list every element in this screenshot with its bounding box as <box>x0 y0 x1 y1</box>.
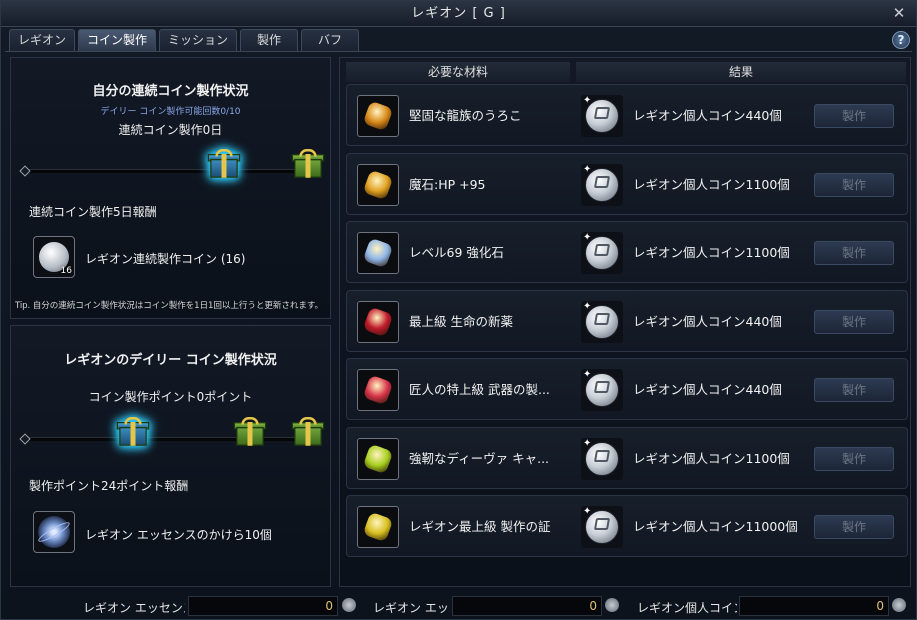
recipe-result: レギオン個人コイン440個 <box>633 108 782 123</box>
essence-fragment-icon[interactable] <box>33 511 75 553</box>
tip-text: Tip. 自分の連続コイン製作状況はコイン製作を1日1回以上行うと更新されます。 <box>15 301 323 311</box>
gift-icon-legion-max <box>291 417 325 447</box>
essence-icon <box>342 598 356 612</box>
recipe-row[interactable]: 堅固な龍族のうろこ ✦ レギオン個人コイン440個 製作 <box>346 84 908 146</box>
legion-personal-coin-icon[interactable]: ✦ <box>581 95 623 137</box>
recipe-row[interactable]: 最上級 生命の新薬 ✦ レギオン個人コイン440個 製作 <box>346 289 908 352</box>
recipe-panel: 必要な材料 結果 堅固な龍族のうろこ ✦ レギオン個人コイン440個 製作 魔石:HP … <box>339 57 911 587</box>
craft-button[interactable]: 製作 <box>814 446 894 471</box>
recipe-row[interactable]: 強靭なディーヴァ キャ... ✦ レギオン個人コイン1100個 製作 <box>346 426 908 489</box>
recipe-row[interactable]: レギオン最上級 製作の証 ✦ レギオン個人コイン11000個 製作 <box>346 495 908 557</box>
title-bar[interactable]: レギオン [ G ] <box>1 1 916 27</box>
recipe-result: レギオン個人コイン440個 <box>633 313 782 329</box>
weapon-material-icon[interactable] <box>357 369 399 411</box>
tab-buff[interactable]: バフ <box>301 29 360 51</box>
personal-title: 自分の連続コイン製作状況 <box>92 84 249 99</box>
currency-value-coin: 0 <box>739 596 889 616</box>
legion-personal-coin-icon[interactable]: ✦ <box>581 369 623 411</box>
craft-button[interactable]: 製作 <box>814 378 894 402</box>
materials-header: 必要な材料 <box>346 62 570 82</box>
legion-personal-coin-icon[interactable]: ✦ <box>581 232 623 274</box>
legion-progress-start-marker <box>19 433 31 445</box>
tab-legion[interactable]: レギオン <box>9 29 76 51</box>
life-potion-icon[interactable] <box>357 300 399 343</box>
dragon-scale-icon[interactable] <box>357 95 399 137</box>
personal-reward-item: レギオン連続製作コイン (16) <box>85 252 246 266</box>
craft-button[interactable]: 製作 <box>814 309 894 334</box>
legion-personal-coin-icon[interactable]: ✦ <box>581 506 623 548</box>
tab-divider <box>5 51 912 52</box>
recipe-result: レギオン個人コイン1100個 <box>633 176 790 192</box>
currency-label-essence-shard: レギオン エッ <box>373 601 449 615</box>
recipe-row[interactable]: 魔石:HP +95 ✦ レギオン個人コイン1100個 製作 <box>346 152 908 215</box>
recipe-material: 匠人の特上級 武器の製... <box>409 382 550 397</box>
close-icon[interactable]: ✕ <box>890 4 908 22</box>
legion-status: コイン製作ポイント0ポイント <box>88 390 253 404</box>
craft-button[interactable]: 製作 <box>814 515 894 539</box>
gift-icon-legion-current <box>116 417 150 447</box>
reward-count: 16 <box>60 266 72 276</box>
personal-subtitle: デイリー コイン製作可能回数0/10 <box>100 107 241 117</box>
recipe-row[interactable]: 匠人の特上級 武器の製... ✦ レギオン個人コイン440個 製作 <box>346 358 908 420</box>
legion-window: レギオン [ G ] ✕ レギオン コイン製作 ミッション 製作 バフ ? 自分… <box>0 0 917 620</box>
daeva-silhouette-icon[interactable] <box>357 437 399 480</box>
legion-consecutive-coin-icon[interactable]: 16 <box>33 236 75 278</box>
craft-button[interactable]: 製作 <box>814 104 894 128</box>
legion-personal-coin-icon[interactable]: ✦ <box>581 300 623 343</box>
recipe-material: 堅固な龍族のうろこ <box>409 108 522 123</box>
tab-mission[interactable]: ミッション <box>159 29 238 51</box>
help-icon[interactable]: ? <box>892 31 910 49</box>
legion-personal-coin-icon[interactable]: ✦ <box>581 437 623 480</box>
legion-status-panel: レギオンのデイリー コイン製作状況 コイン製作ポイント0ポイント 製作ポイント2… <box>10 325 331 587</box>
legion-title: レギオンのデイリー コイン製作状況 <box>64 353 277 368</box>
tab-bar: レギオン コイン製作 ミッション 製作 バフ <box>9 29 360 51</box>
currency-bar: レギオン エッセンス 0 レギオン エッ 0 レギオン個人コイン 0 <box>1 591 916 620</box>
recipe-material: 最上級 生命の新薬 <box>409 313 513 329</box>
result-header: 結果 <box>576 62 906 82</box>
currency-value-essence: 0 <box>188 596 338 616</box>
recipe-material: レギオン最上級 製作の証 <box>409 519 551 534</box>
gift-icon-5day <box>291 149 325 179</box>
recipe-row[interactable]: レベル69 強化石 ✦ レギオン個人コイン1100個 製作 <box>346 221 908 283</box>
tab-coin-crafting[interactable]: コイン製作 <box>78 29 157 51</box>
manastone-icon[interactable] <box>357 163 399 206</box>
enchant-stone-icon[interactable] <box>357 232 399 274</box>
recipe-result: レギオン個人コイン1100個 <box>633 450 790 466</box>
essence-shard-icon <box>605 598 619 612</box>
recipe-result: レギオン個人コイン1100個 <box>633 245 790 260</box>
recipe-material: 魔石:HP +95 <box>409 176 486 192</box>
currency-label-essence: レギオン エッセンス <box>83 601 185 615</box>
gift-icon-legion-24pt <box>233 417 267 447</box>
personal-status-panel: 自分の連続コイン製作状況 デイリー コイン製作可能回数0/10 連続コイン製作0… <box>10 57 331 319</box>
legion-reward-item: レギオン エッセンスのかけら10個 <box>85 528 272 542</box>
personal-progress-track <box>23 169 319 173</box>
tab-crafting[interactable]: 製作 <box>240 29 299 51</box>
personal-status: 連続コイン製作0日 <box>118 123 223 137</box>
window-title: レギオン [ G ] <box>411 6 506 21</box>
currency-label-coin: レギオン個人コイン <box>637 601 737 615</box>
gift-icon-current <box>207 149 241 179</box>
recipe-material: 強靭なディーヴァ キャ... <box>409 450 550 466</box>
craft-button[interactable]: 製作 <box>814 172 894 197</box>
legion-reward-title: 製作ポイント24ポイント報酬 <box>29 479 189 493</box>
recipe-material: レベル69 強化石 <box>409 245 504 260</box>
recipe-result: レギオン個人コイン440個 <box>633 382 782 397</box>
legion-personal-coin-icon[interactable]: ✦ <box>581 163 623 206</box>
currency-value-essence-shard: 0 <box>452 596 602 616</box>
legion-progress-track <box>23 437 319 441</box>
recipe-result: レギオン個人コイン11000個 <box>633 519 798 534</box>
personal-reward-title: 連続コイン製作5日報酬 <box>29 205 157 219</box>
coin-icon <box>892 598 906 612</box>
crafting-proof-icon[interactable] <box>357 506 399 548</box>
craft-button[interactable]: 製作 <box>814 241 894 265</box>
progress-start-marker <box>19 165 31 177</box>
